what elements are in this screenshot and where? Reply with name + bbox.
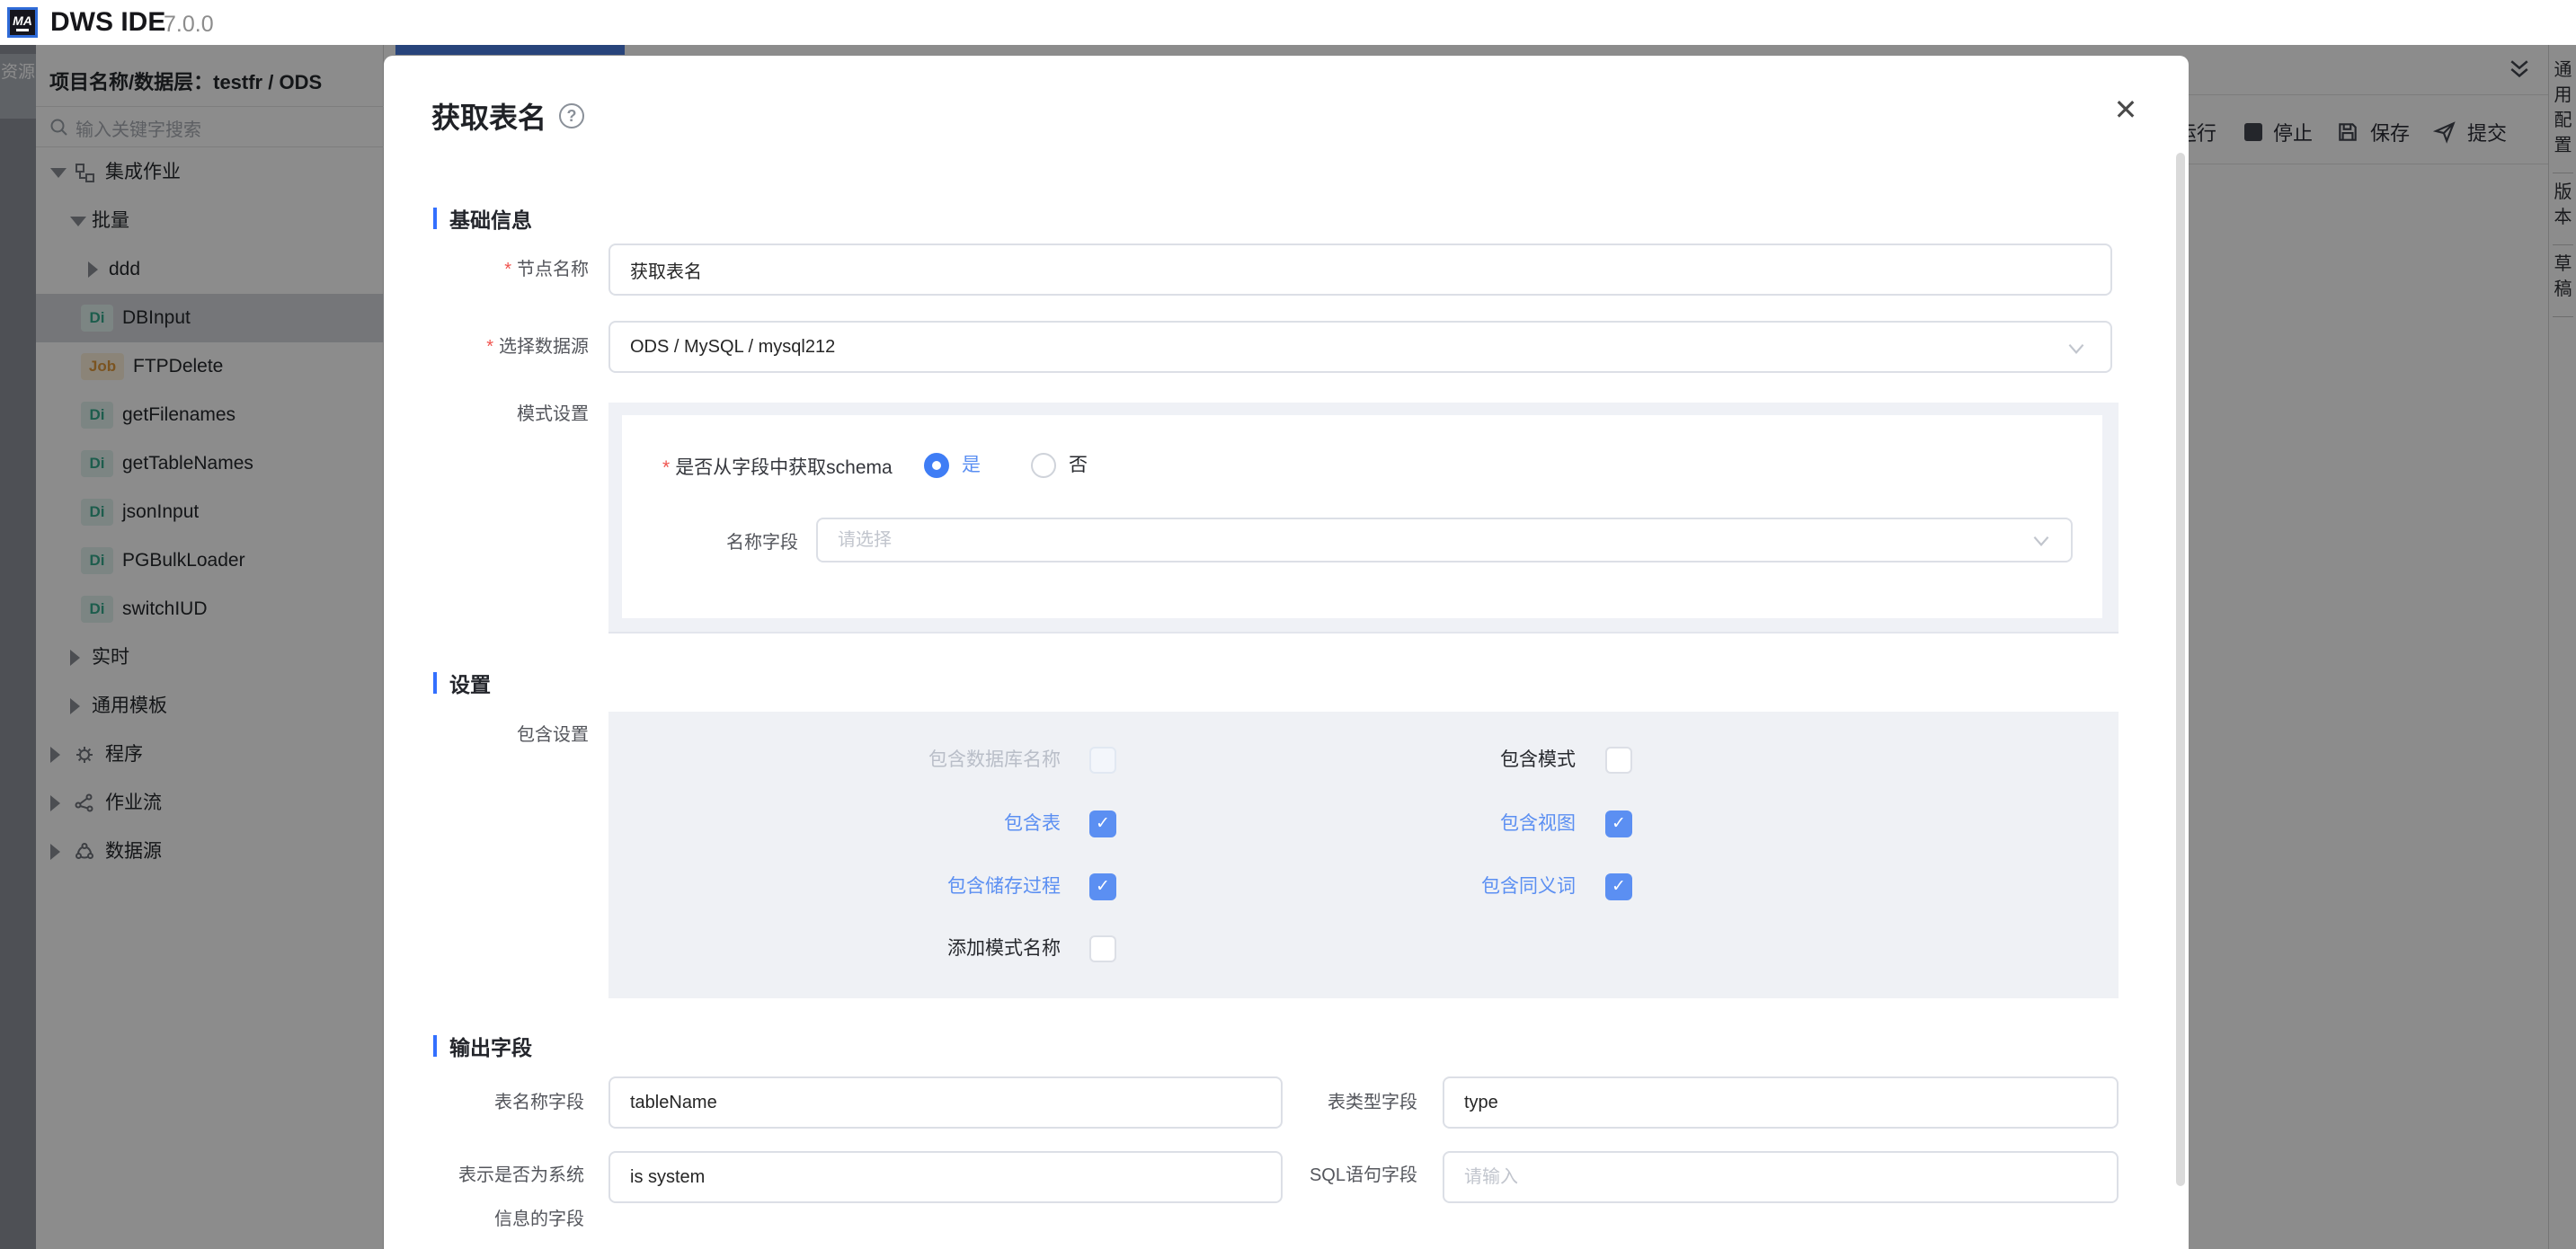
dialog-title: 获取表名 xyxy=(431,95,546,137)
section-bar xyxy=(433,208,437,229)
required-mark: * xyxy=(662,457,670,478)
name-field-select[interactable] xyxy=(816,518,2073,562)
sql-field-input[interactable] xyxy=(1443,1151,2119,1203)
table-type-field-label: 表类型字段 xyxy=(1193,1091,1417,1114)
app-version: 7.0.0 xyxy=(164,12,214,38)
include-procedures-label[interactable]: 包含储存过程 xyxy=(791,873,1061,900)
sql-field-label: SQL语句字段 xyxy=(1193,1164,1417,1187)
section-output-fields: 输出字段 xyxy=(433,1031,532,1061)
section-settings: 设置 xyxy=(433,668,491,698)
required-mark: * xyxy=(504,260,511,279)
dialog-title-row: 获取表名 ? xyxy=(431,95,584,137)
mode-settings-label: 模式设置 xyxy=(384,403,589,426)
logo-text: MA xyxy=(13,14,32,27)
section-basic-info: 基础信息 xyxy=(433,203,532,234)
name-field-label: 名称字段 xyxy=(715,527,798,554)
modal-scrollbar-thumb[interactable] xyxy=(2176,153,2185,1186)
logo-bar xyxy=(16,29,29,31)
app-logo: MA xyxy=(7,7,38,38)
datasource-select[interactable] xyxy=(608,321,2112,373)
app-title: DWS IDE xyxy=(50,7,165,38)
include-db-name-label: 包含数据库名称 xyxy=(791,747,1061,774)
radio-no-label[interactable]: 否 xyxy=(1069,453,1088,478)
node-name-label: *节点名称 xyxy=(384,258,589,281)
include-schema-checkbox[interactable] xyxy=(1605,747,1632,774)
schema-question-label: *是否从字段中获取schema xyxy=(662,453,893,480)
radio-yes-label[interactable]: 是 xyxy=(962,453,981,478)
datasource-label: *选择数据源 xyxy=(384,335,589,359)
include-settings-label: 包含设置 xyxy=(384,723,589,747)
help-icon[interactable]: ? xyxy=(559,103,584,128)
screen: MA DWS IDE 7.0.0 资源 项目名称/数据层：testfr / OD… xyxy=(0,0,2576,1249)
required-mark: * xyxy=(486,337,493,357)
close-icon[interactable]: ✕ xyxy=(2108,92,2144,128)
include-views-checkbox[interactable]: ✓ xyxy=(1605,811,1632,837)
add-schema-name-label: 添加模式名称 xyxy=(791,935,1061,962)
node-name-input[interactable] xyxy=(608,244,2112,296)
include-db-name-checkbox xyxy=(1089,747,1116,774)
table-type-field-input[interactable] xyxy=(1443,1076,2119,1129)
section-heading: 输出字段 xyxy=(449,1031,532,1061)
is-system-field-input[interactable] xyxy=(608,1151,1283,1203)
table-name-field-input[interactable] xyxy=(608,1076,1283,1129)
add-schema-name-checkbox[interactable] xyxy=(1089,935,1116,962)
include-procedures-checkbox[interactable]: ✓ xyxy=(1089,873,1116,900)
get-table-names-dialog: 获取表名 ? ✕ 基础信息 *节点名称 *选择数据源 模式设置 *是否从字段中获… xyxy=(384,56,2189,1249)
radio-yes[interactable] xyxy=(924,453,949,478)
include-synonyms-label[interactable]: 包含同义词 xyxy=(1306,873,1576,900)
mode-settings-panel: *是否从字段中获取schema 是 否 名称字段 xyxy=(608,403,2119,633)
is-system-field-label-line1: 表示是否为系统 xyxy=(384,1164,584,1187)
include-tables-checkbox[interactable]: ✓ xyxy=(1089,811,1116,837)
include-views-label[interactable]: 包含视图 xyxy=(1306,811,1576,837)
is-system-field-label-line2: 信息的字段 xyxy=(384,1208,584,1231)
section-bar xyxy=(433,672,437,694)
include-settings-panel: 包含数据库名称 包含模式 包含表 ✓ 包含视图 ✓ 包含储存过程 ✓ 包含同义词… xyxy=(608,712,2119,998)
include-synonyms-checkbox[interactable]: ✓ xyxy=(1605,873,1632,900)
section-heading: 设置 xyxy=(449,668,491,698)
include-schema-label: 包含模式 xyxy=(1306,747,1576,774)
table-name-field-label: 表名称字段 xyxy=(384,1091,584,1114)
section-heading: 基础信息 xyxy=(449,203,532,234)
radio-no[interactable] xyxy=(1031,453,1056,478)
include-tables-label[interactable]: 包含表 xyxy=(791,811,1061,837)
app-header: MA DWS IDE 7.0.0 xyxy=(0,0,2576,45)
section-bar xyxy=(433,1035,437,1057)
mode-settings-card: *是否从字段中获取schema 是 否 名称字段 xyxy=(622,415,2102,618)
